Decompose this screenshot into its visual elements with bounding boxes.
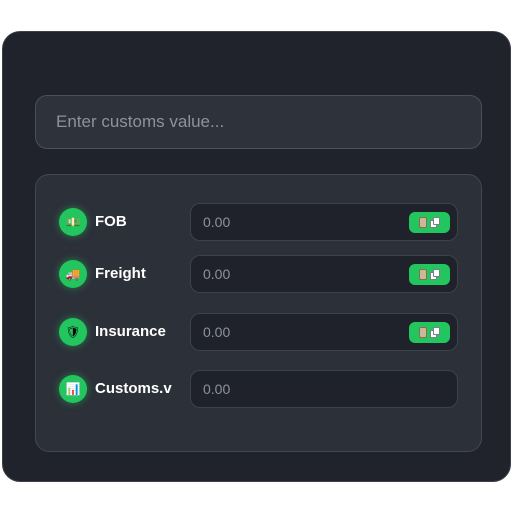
copy-icon	[430, 269, 440, 280]
shield-icon: 🛡	[59, 318, 87, 346]
freight-field	[190, 255, 458, 293]
freight-copy-button[interactable]	[409, 264, 450, 285]
clipboard-icon	[419, 327, 427, 338]
insurance-input[interactable]	[191, 314, 415, 350]
row-label-freight: Freight	[95, 265, 146, 282]
copy-icon	[430, 217, 440, 228]
chart-icon: 📊	[59, 375, 87, 403]
row-insurance: 🛡 Insurance	[36, 313, 481, 351]
row-label-fob: FOB	[95, 213, 127, 230]
copy-icon	[430, 327, 440, 338]
row-customs-value: 📊 Customs.v	[36, 370, 481, 408]
fob-copy-button[interactable]	[409, 212, 450, 233]
row-label-customs-value: Customs.v	[95, 380, 172, 397]
clipboard-icon	[419, 269, 427, 280]
customs-calculator-card: 💵 FOB 🚚 Freight 🛡 I	[2, 31, 511, 482]
fob-field	[190, 203, 458, 241]
clipboard-icon	[419, 217, 427, 228]
row-fob: 💵 FOB	[36, 203, 481, 241]
row-label-insurance: Insurance	[95, 323, 166, 340]
customs-value-result-input[interactable]	[191, 371, 415, 407]
money-icon: 💵	[59, 208, 87, 236]
fob-input[interactable]	[191, 204, 415, 240]
insurance-copy-button[interactable]	[409, 322, 450, 343]
row-freight: 🚚 Freight	[36, 255, 481, 293]
insurance-field	[190, 313, 458, 351]
customs-value-input[interactable]	[35, 95, 482, 149]
truck-icon: 🚚	[59, 260, 87, 288]
customs-value-field	[190, 370, 458, 408]
freight-input[interactable]	[191, 256, 415, 292]
breakdown-panel: 💵 FOB 🚚 Freight 🛡 I	[35, 174, 482, 452]
